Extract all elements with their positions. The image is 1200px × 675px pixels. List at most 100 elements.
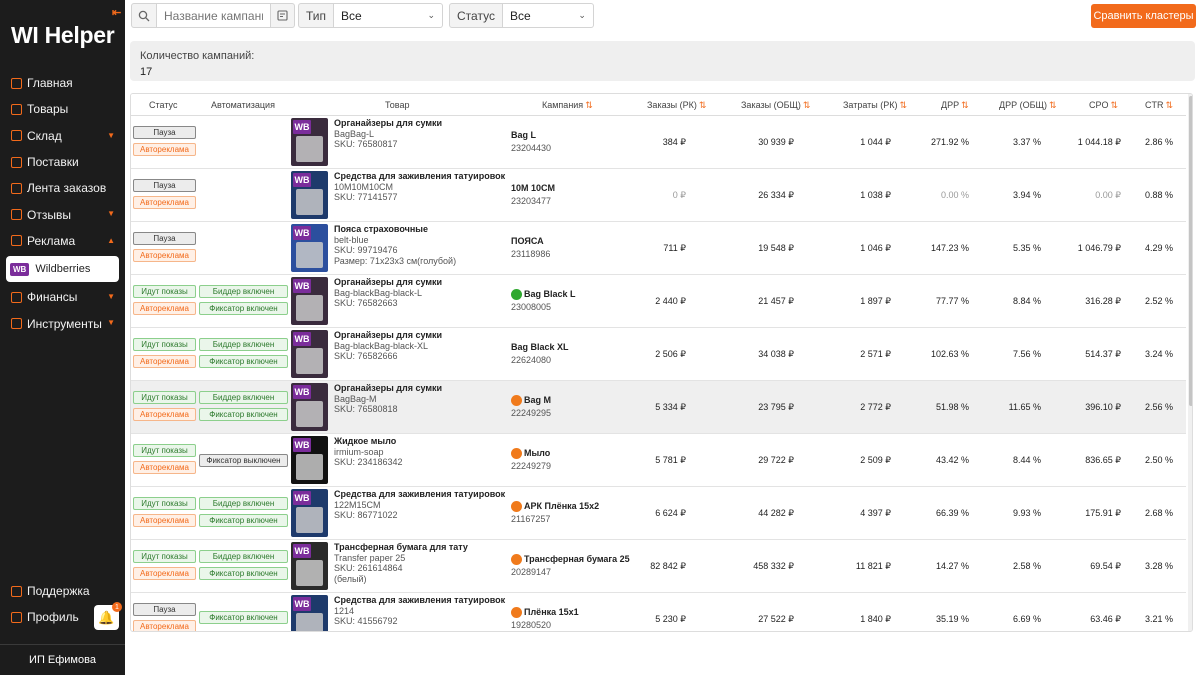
campaign-name[interactable]: Bag Black XL bbox=[511, 341, 569, 354]
table-cell-ctr-value: 3.21 % bbox=[1144, 614, 1173, 624]
sidebar-item[interactable]: Лента заказов bbox=[0, 175, 125, 201]
search-icon[interactable] bbox=[131, 3, 157, 28]
table-row[interactable]: Идут показы Автореклама Биддер включен Фикс… bbox=[131, 381, 1186, 434]
notifications-bell-icon[interactable]: 🔔 1 bbox=[94, 602, 122, 630]
compare-clusters-button[interactable]: Сравнить кластеры bbox=[1091, 4, 1196, 28]
chevron-down-icon[interactable]: ▼ bbox=[107, 292, 115, 301]
sidebar-item[interactable]: Склад ▼ bbox=[0, 123, 125, 149]
table-row[interactable]: Идут показы Автореклама Фиксатор выключен W… bbox=[131, 434, 1186, 487]
status-button[interactable]: Пауза bbox=[133, 603, 196, 616]
sort-icon[interactable]: ⇅ bbox=[803, 100, 811, 110]
header-drr[interactable]: ДРР ⇅ bbox=[941, 100, 969, 111]
campaign-name[interactable]: Трансферная бумага 25 bbox=[511, 553, 630, 566]
sidebar-item[interactable]: Поставки bbox=[0, 149, 125, 175]
status-button[interactable]: Идут показы bbox=[133, 550, 196, 563]
status-button[interactable]: Идут показы bbox=[133, 444, 196, 457]
chevron-down-icon[interactable]: ▼ bbox=[107, 131, 115, 140]
status-button[interactable]: Идут показы bbox=[133, 497, 196, 510]
product-name[interactable]: Органайзеры для сумки bbox=[334, 383, 442, 394]
fixer-toggle[interactable]: Фиксатор включен bbox=[199, 408, 288, 421]
table-row[interactable]: Идут показы Автореклама Биддер включен Фикс… bbox=[131, 328, 1186, 381]
header-ctr[interactable]: CTR ⇅ bbox=[1145, 100, 1173, 111]
chevron-down-icon[interactable]: ▼ bbox=[107, 318, 115, 327]
campaign-name[interactable]: Bag L bbox=[511, 129, 551, 142]
sort-icon[interactable]: ⇅ bbox=[585, 100, 593, 110]
campaign-name[interactable]: 10M 10CM bbox=[511, 182, 555, 195]
product-name[interactable]: Органайзеры для сумки bbox=[334, 330, 442, 341]
scrollbar-thumb[interactable] bbox=[1189, 96, 1192, 406]
fixer-toggle[interactable]: Фиксатор включен bbox=[199, 514, 288, 527]
table-cell-drr-total-value: 6.69 % bbox=[1012, 614, 1041, 624]
chevron-up-icon[interactable]: ▲ bbox=[107, 236, 115, 245]
status-button[interactable]: Пауза bbox=[133, 126, 196, 139]
table-row[interactable]: Пауза Автореклама WB Пояса страховочные belt… bbox=[131, 222, 1186, 275]
type-filter-select[interactable]: Все ⌄ bbox=[334, 3, 444, 28]
sort-icon[interactable]: ⇅ bbox=[1111, 100, 1119, 110]
header-campaign[interactable]: Кампания ⇅ bbox=[542, 100, 593, 111]
status-button[interactable]: Идут показы bbox=[133, 285, 196, 298]
table-row[interactable]: Пауза Автореклама WB Органайзеры для сумки B… bbox=[131, 116, 1186, 169]
status-button[interactable]: Идут показы bbox=[133, 391, 196, 404]
header-orders-total[interactable]: Заказы (ОБЩ) ⇅ bbox=[741, 100, 810, 111]
table-row[interactable]: Идут показы Автореклама Биддер включен Фикс… bbox=[131, 487, 1186, 540]
table-row[interactable]: Идут показы Автореклама Биддер включен Фикс… bbox=[131, 275, 1186, 328]
table-row[interactable]: Идут показы Автореклама Биддер включен Фикс… bbox=[131, 540, 1186, 593]
fixer-toggle[interactable]: Фиксатор включен bbox=[199, 567, 288, 580]
bidder-toggle[interactable]: Биддер включен bbox=[199, 497, 288, 510]
campaign-name[interactable]: Bag Black L bbox=[511, 288, 576, 301]
header-costs[interactable]: Затраты (РК) ⇅ bbox=[843, 100, 907, 111]
product-name[interactable]: Органайзеры для сумки bbox=[334, 277, 442, 288]
product-name[interactable]: Пояса страховочные bbox=[334, 224, 456, 235]
user-name[interactable]: ИП Ефимова bbox=[0, 644, 125, 675]
campaign-name[interactable]: АРК Плёнка 15х2 bbox=[511, 500, 599, 513]
bidder-toggle[interactable]: Биддер включен bbox=[199, 391, 288, 404]
fixer-toggle[interactable]: Фиксатор включен bbox=[199, 355, 288, 368]
sort-icon[interactable]: ⇅ bbox=[699, 100, 707, 110]
campaign-name[interactable]: Bag M bbox=[511, 394, 551, 407]
product-name[interactable]: Органайзеры для сумки bbox=[334, 118, 442, 129]
bidder-toggle[interactable]: Биддер включен bbox=[199, 285, 288, 298]
sort-icon[interactable]: ⇅ bbox=[961, 100, 969, 110]
product-name[interactable]: Трансферная бумага для тату bbox=[334, 542, 468, 553]
status-button[interactable]: Пауза bbox=[133, 179, 196, 192]
header-drr-total[interactable]: ДРР (ОБЩ) ⇅ bbox=[999, 100, 1057, 111]
table-cell-drr-total-value: 9.93 % bbox=[1012, 508, 1041, 518]
sort-icon[interactable]: ⇅ bbox=[1049, 100, 1057, 110]
campaign-name[interactable]: ПОЯСА bbox=[511, 235, 550, 248]
sort-icon[interactable]: ⇅ bbox=[1166, 100, 1174, 110]
sidebar-item[interactable]: Поддержка bbox=[0, 578, 125, 604]
collapse-sidebar-icon[interactable]: ⇤ bbox=[112, 6, 121, 19]
sidebar-item[interactable]: Товары bbox=[0, 96, 125, 122]
status-button[interactable]: Пауза bbox=[133, 232, 196, 245]
sidebar-item[interactable]: Реклама ▲ bbox=[0, 228, 125, 254]
fixer-toggle[interactable]: Фиксатор включен bbox=[199, 611, 288, 624]
status-filter-select[interactable]: Все ⌄ bbox=[502, 3, 594, 28]
fixer-toggle[interactable]: Фиксатор выключен bbox=[199, 454, 288, 467]
fixer-toggle[interactable]: Фиксатор включен bbox=[199, 302, 288, 315]
status-button[interactable]: Идут показы bbox=[133, 338, 196, 351]
campaign-search-input[interactable] bbox=[157, 3, 271, 28]
bidder-toggle[interactable]: Биддер включен bbox=[199, 338, 288, 351]
wb-logo-icon: WB bbox=[293, 385, 311, 399]
header-cpo[interactable]: CPO ⇅ bbox=[1089, 100, 1118, 111]
sidebar-item[interactable]: Финансы ▼ bbox=[0, 284, 125, 310]
campaign-name[interactable]: Плёнка 15х1 bbox=[511, 606, 579, 619]
sidebar-item[interactable]: Инструменты ▼ bbox=[0, 310, 125, 336]
sidebar-item[interactable]: Отзывы ▼ bbox=[0, 201, 125, 227]
table-row[interactable]: Пауза Автореклама WB Средства для заживлени… bbox=[131, 169, 1186, 222]
product-name[interactable]: Средства для заживления татуировок bbox=[334, 489, 505, 500]
header-orders-rk[interactable]: Заказы (РК) ⇅ bbox=[647, 100, 706, 111]
sort-icon[interactable]: ⇅ bbox=[900, 100, 908, 110]
wb-logo-icon: WB bbox=[293, 279, 311, 293]
product-name[interactable]: Жидкое мыло bbox=[334, 436, 403, 447]
campaign-name[interactable]: Мыло bbox=[511, 447, 551, 460]
bidder-toggle[interactable]: Биддер включен bbox=[199, 550, 288, 563]
product-name[interactable]: Средства для заживления татуировок bbox=[334, 171, 505, 182]
chevron-down-icon[interactable]: ▼ bbox=[107, 209, 115, 218]
product-name[interactable]: Средства для заживления татуировок bbox=[334, 595, 505, 606]
table-row[interactable]: Пауза Автореклама Фиксатор включен WB Средст… bbox=[131, 593, 1186, 631]
table-scrollbar[interactable] bbox=[1188, 94, 1192, 631]
sidebar-item[interactable]: Главная bbox=[0, 70, 125, 96]
note-icon[interactable] bbox=[271, 3, 295, 28]
sidebar-item-wildberries[interactable]: WB Wildberries bbox=[6, 256, 119, 283]
